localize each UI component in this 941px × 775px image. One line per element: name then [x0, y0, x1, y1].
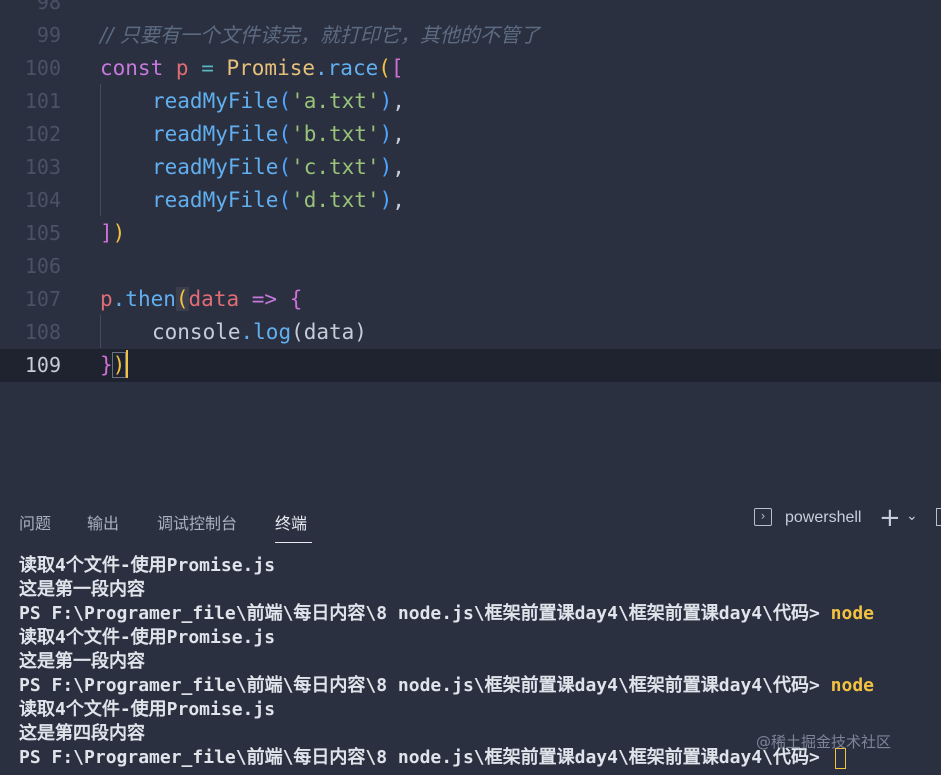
code-text: ])	[100, 221, 126, 245]
code-line-98: 98	[0, 0, 941, 19]
code-text: readMyFile('c.txt'),	[152, 155, 405, 179]
line-number: 101	[24, 89, 61, 113]
code-line-103: 103 readMyFile('c.txt'),	[0, 151, 941, 184]
new-terminal-plus-icon[interactable]: +	[879, 503, 901, 533]
terminal-line: 这是第一段内容	[19, 651, 145, 672]
terminal-selector[interactable]: powershell	[785, 509, 861, 527]
terminal-line: 读取4个文件-使用Promise.js	[19, 627, 276, 648]
code-text: readMyFile('d.txt'),	[152, 188, 405, 212]
code-line-104: 104 readMyFile('d.txt'),	[0, 184, 941, 217]
line-number: 109	[24, 353, 61, 377]
code-text: console.log(data)	[152, 320, 367, 344]
line-number: 100	[24, 56, 61, 80]
terminal-line: 读取4个文件-使用Promise.js	[19, 555, 276, 576]
line-number: 104	[24, 188, 61, 212]
code-line-99: 99 // 只要有一个文件读完，就打印它，其他的不管了	[0, 19, 941, 52]
tab-output[interactable]: 输出	[87, 510, 119, 534]
line-number: 107	[24, 287, 61, 311]
terminal-icon: ›	[754, 508, 772, 526]
code-comment: // 只要有一个文件读完，就打印它，其他的不管了	[100, 23, 540, 47]
terminal-line: 读取4个文件-使用Promise.js	[19, 699, 276, 720]
terminal-prompt-line: PS F:\Programer_file\前端\每日内容\8 node.js\框…	[19, 603, 875, 624]
code-line-106: 106	[0, 250, 941, 283]
terminal-prompt-line: PS F:\Programer_file\前端\每日内容\8 node.js\框…	[19, 675, 875, 696]
watermark: @稀土掘金技术社区	[756, 733, 892, 751]
tab-terminal[interactable]: 终端	[275, 510, 307, 534]
line-number: 102	[24, 122, 61, 146]
code-text: readMyFile('b.txt'),	[152, 122, 405, 146]
tab-debug-console[interactable]: 调试控制台	[157, 510, 237, 534]
split-terminal-icon[interactable]	[936, 508, 941, 526]
tab-problems[interactable]: 问题	[19, 510, 51, 534]
code-line-102: 102 readMyFile('b.txt'),	[0, 118, 941, 151]
code-line-108: 108 console.log(data)	[0, 316, 941, 349]
line-number: 106	[24, 254, 61, 278]
code-text: readMyFile('a.txt'),	[152, 89, 405, 113]
code-line-101: 101 readMyFile('a.txt'),	[0, 85, 941, 118]
code-editor[interactable]: 98 99 // 只要有一个文件读完，就打印它，其他的不管了 100 const…	[0, 0, 941, 490]
active-tab-indicator	[275, 542, 312, 543]
code-text: })	[100, 352, 127, 378]
code-text: const p = Promise.race([	[100, 56, 404, 80]
text-cursor	[126, 350, 128, 378]
chevron-down-icon[interactable]: ⌄	[906, 508, 918, 524]
code-text: p.then(data => {	[100, 287, 303, 311]
line-number: 103	[24, 155, 61, 179]
line-number: 99	[36, 23, 61, 47]
line-number: 105	[24, 221, 61, 245]
line-number: 98	[36, 0, 61, 14]
code-line-107: 107 p.then(data => {	[0, 283, 941, 316]
line-number: 108	[24, 320, 61, 344]
code-line-105: 105 ])	[0, 217, 941, 250]
terminal-line: 这是第一段内容	[19, 579, 145, 600]
code-line-109: 109 })	[0, 349, 941, 382]
code-line-100: 100 const p = Promise.race([	[0, 52, 941, 85]
